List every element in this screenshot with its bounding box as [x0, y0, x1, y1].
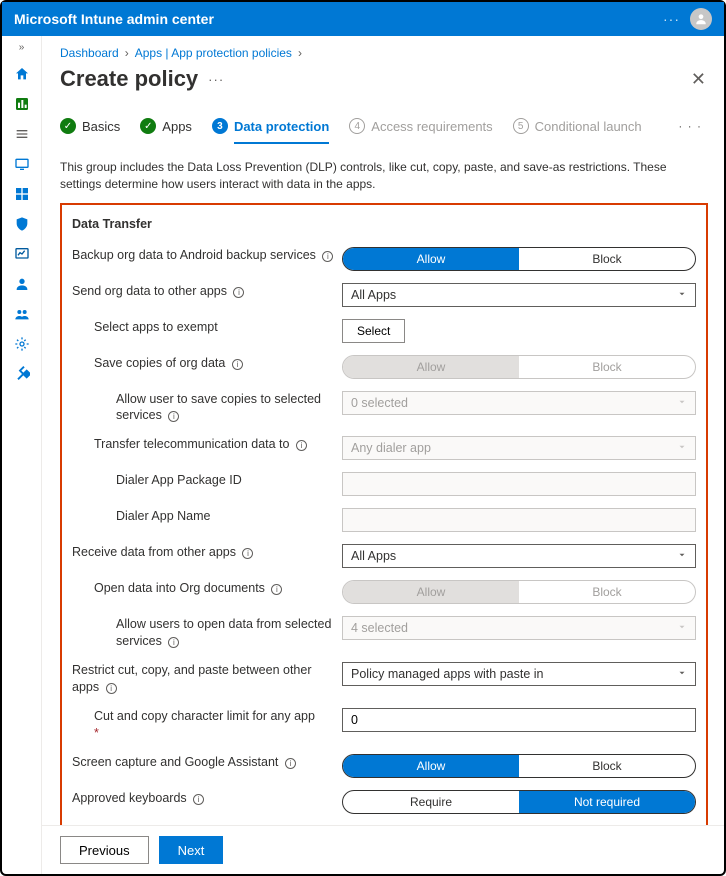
chevron-down-icon: [677, 621, 687, 635]
groups-icon[interactable]: [13, 305, 31, 323]
info-icon[interactable]: i: [296, 440, 307, 451]
label-receive-other-apps: Receive data from other apps i: [72, 544, 342, 561]
toggle-allow: Allow: [343, 581, 519, 603]
toggle-block: Block: [519, 356, 695, 378]
label-open-into-org: Open data into Org documents i: [72, 580, 342, 597]
label-backup: Backup org data to Android backup servic…: [72, 247, 342, 264]
select-restrict-cut[interactable]: Policy managed apps with paste in: [342, 662, 696, 686]
apps-icon[interactable]: [13, 185, 31, 203]
select-transfer-telecom: Any dialer app: [342, 436, 696, 460]
info-icon[interactable]: i: [168, 411, 179, 422]
step-conditional-launch[interactable]: 5Conditional launch: [513, 118, 642, 134]
list-icon[interactable]: [13, 125, 31, 143]
toggle-backup[interactable]: Allow Block: [342, 247, 696, 271]
toggle-require[interactable]: Require: [343, 791, 519, 813]
select-send-other-apps[interactable]: All Apps: [342, 283, 696, 307]
toggle-block[interactable]: Block: [519, 248, 695, 270]
toggle-allow[interactable]: Allow: [343, 248, 519, 270]
admin-icon[interactable]: [13, 335, 31, 353]
step-basics[interactable]: ✓Basics: [60, 118, 120, 134]
toggle-approved-keyboards[interactable]: Require Not required: [342, 790, 696, 814]
info-icon[interactable]: i: [271, 584, 282, 595]
info-icon[interactable]: i: [193, 794, 204, 805]
info-icon[interactable]: i: [106, 683, 117, 694]
select-save-services: 0 selected: [342, 391, 696, 415]
label-cut-copy-limit: Cut and copy character limit for any app…: [72, 708, 342, 742]
steps-more[interactable]: · · ·: [678, 119, 708, 133]
chevron-down-icon: [677, 667, 687, 681]
title-more[interactable]: ···: [208, 72, 224, 87]
info-icon[interactable]: i: [232, 359, 243, 370]
toggle-block[interactable]: Block: [519, 755, 695, 777]
chevron-down-icon: [677, 441, 687, 455]
breadcrumb-sep: ›: [298, 46, 302, 60]
toggle-open-into-org: Allow Block: [342, 580, 696, 604]
label-transfer-telecom: Transfer telecommunication data to i: [72, 436, 342, 453]
toggle-allow[interactable]: Allow: [343, 755, 519, 777]
devices-icon[interactable]: [13, 155, 31, 173]
toggle-block: Block: [519, 581, 695, 603]
select-exempt-button[interactable]: Select: [342, 319, 405, 343]
chevron-down-icon: [677, 549, 687, 563]
sidebar: »: [2, 36, 42, 874]
close-icon[interactable]: ✕: [691, 69, 706, 90]
toggle-screen-capture[interactable]: Allow Block: [342, 754, 696, 778]
step-data-protection[interactable]: 3Data protection: [212, 118, 329, 134]
breadcrumb: Dashboard › Apps | App protection polici…: [42, 36, 724, 60]
top-bar: Microsoft Intune admin center ···: [2, 2, 724, 36]
label-dialer-package: Dialer App Package ID: [72, 472, 342, 489]
next-button[interactable]: Next: [159, 836, 224, 864]
content-scroll[interactable]: ✓Basics ✓Apps 3Data protection 4Access r…: [42, 100, 718, 825]
label-dialer-name: Dialer App Name: [72, 508, 342, 525]
select-receive-other-apps[interactable]: All Apps: [342, 544, 696, 568]
chevron-down-icon: [677, 288, 687, 302]
info-icon[interactable]: i: [242, 548, 253, 559]
sidebar-expand[interactable]: »: [19, 42, 25, 53]
input-cut-copy-limit[interactable]: [342, 708, 696, 732]
breadcrumb-apps[interactable]: Apps | App protection policies: [135, 46, 292, 60]
page-title: Create policy: [60, 66, 198, 92]
home-icon[interactable]: [13, 65, 31, 83]
label-allow-open-selected: Allow users to open data from selected s…: [72, 616, 342, 650]
dashboard-icon[interactable]: [13, 95, 31, 113]
chevron-down-icon: [677, 396, 687, 410]
previous-button[interactable]: Previous: [60, 836, 149, 864]
wizard-steps: ✓Basics ✓Apps 3Data protection 4Access r…: [60, 100, 708, 145]
troubleshoot-icon[interactable]: [13, 365, 31, 383]
select-open-services: 4 selected: [342, 616, 696, 640]
step-access-requirements[interactable]: 4Access requirements: [349, 118, 492, 134]
step-apps[interactable]: ✓Apps: [140, 118, 192, 134]
label-screen-capture: Screen capture and Google Assistant i: [72, 754, 342, 771]
users-icon[interactable]: [13, 275, 31, 293]
info-icon[interactable]: i: [285, 758, 296, 769]
label-allow-save-selected: Allow user to save copies to selected se…: [72, 391, 342, 425]
highlighted-section: Data Transfer Backup org data to Android…: [60, 203, 708, 825]
label-restrict-cut: Restrict cut, copy, and paste between ot…: [72, 662, 342, 696]
breadcrumb-sep: ›: [125, 46, 129, 60]
toggle-not-required[interactable]: Not required: [519, 791, 695, 813]
info-icon[interactable]: i: [322, 251, 333, 262]
avatar[interactable]: [690, 8, 712, 30]
info-icon[interactable]: i: [233, 287, 244, 298]
input-dialer-package: [342, 472, 696, 496]
label-save-copies: Save copies of org data i: [72, 355, 342, 372]
section-description: This group includes the Data Loss Preven…: [60, 145, 708, 203]
input-dialer-name: [342, 508, 696, 532]
reports-icon[interactable]: [13, 245, 31, 263]
footer: Previous Next: [42, 825, 724, 874]
app-title: Microsoft Intune admin center: [14, 11, 663, 27]
toggle-allow: Allow: [343, 356, 519, 378]
security-icon[interactable]: [13, 215, 31, 233]
data-transfer-title: Data Transfer: [72, 211, 696, 241]
topbar-more[interactable]: ···: [663, 11, 680, 27]
main-panel: Dashboard › Apps | App protection polici…: [42, 36, 724, 874]
label-select-exempt: Select apps to exempt: [72, 319, 342, 336]
breadcrumb-dashboard[interactable]: Dashboard: [60, 46, 119, 60]
label-approved-keyboards: Approved keyboards i: [72, 790, 342, 807]
label-send-other-apps: Send org data to other apps i: [72, 283, 342, 300]
info-icon[interactable]: i: [168, 637, 179, 648]
toggle-save-copies: Allow Block: [342, 355, 696, 379]
